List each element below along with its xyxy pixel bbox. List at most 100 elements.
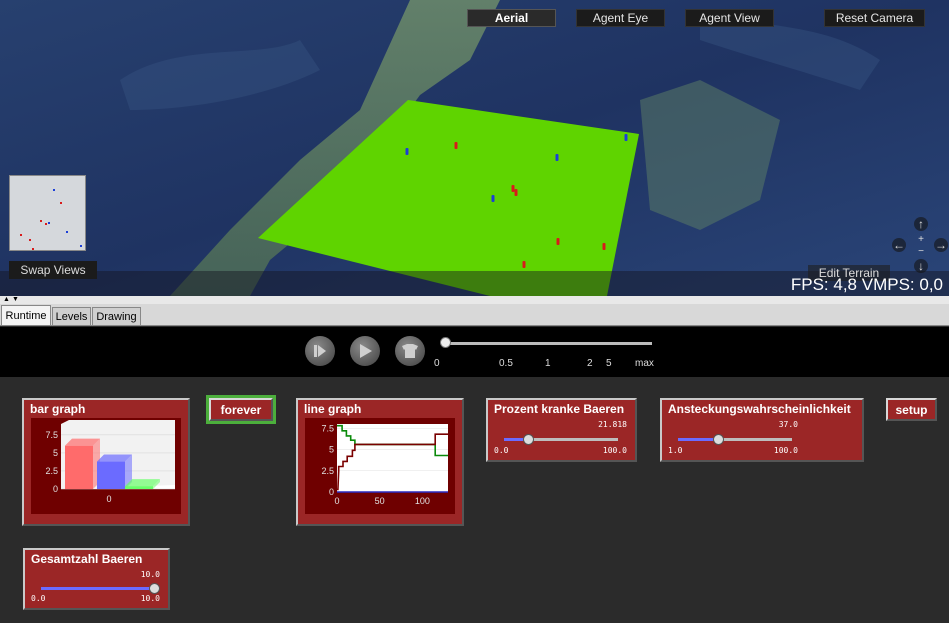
bar xyxy=(65,445,93,489)
minimap-agent-dot xyxy=(60,202,62,204)
minimap-agent-dot xyxy=(40,220,42,222)
bar-y-tick: 0 xyxy=(53,484,58,494)
bar-graph-plot: 7.5 5 2.5 0 0 xyxy=(31,418,181,514)
panel-splitter[interactable]: ▲ ▼ xyxy=(0,296,949,304)
gesamtzahl-slider-fill xyxy=(41,587,155,590)
line-plot-area xyxy=(337,424,448,492)
minimap[interactable] xyxy=(9,175,86,251)
gesamtzahl-slider-track[interactable] xyxy=(41,583,160,594)
speed-tick: 0.5 xyxy=(499,358,513,369)
runtime-workspace: bar graph 7.5 5 2.5 0 0 forever line graph 7… xyxy=(0,377,949,623)
minimap-agent-dot xyxy=(29,239,31,241)
runtime-controls: 0 0.5 1 2 5 max xyxy=(0,327,949,377)
tab-levels[interactable]: Levels xyxy=(52,307,91,325)
ansteckung-slider-max: 100.0 xyxy=(773,446,798,455)
agents-layer xyxy=(405,134,628,268)
agent-sick xyxy=(514,189,518,196)
reset-camera-button[interactable]: Reset Camera xyxy=(824,9,925,27)
agent-eye-button[interactable]: Agent Eye xyxy=(576,9,665,27)
bar-chart-svg: 7.5 5 2.5 0 0 xyxy=(45,420,175,504)
agent-sick xyxy=(511,185,515,192)
3d-viewport[interactable]: Aerial Agent Eye Agent View Reset Camera… xyxy=(0,0,949,296)
play-icon[interactable] xyxy=(350,336,380,366)
bar-y-tick: 5 xyxy=(53,448,58,458)
arrow-left-icon[interactable]: ← xyxy=(892,238,906,252)
prozent-slider-min: 0.0 xyxy=(494,446,509,455)
arrow-down-icon[interactable]: ↓ xyxy=(914,259,928,273)
prozent-slider-track[interactable] xyxy=(504,434,618,445)
aerial-view-button[interactable]: Aerial xyxy=(467,9,556,27)
speed-tick: 1 xyxy=(545,358,551,369)
gesamtzahl-slider[interactable]: Gesamtzahl Baeren 10.0 0.0 10.0 xyxy=(23,548,170,610)
gesamtzahl-slider-max: 10.0 xyxy=(140,594,160,603)
agent-sick xyxy=(522,261,526,268)
line-y-tick: 2.5 xyxy=(321,466,334,476)
bar xyxy=(97,461,125,489)
ansteckung-slider[interactable]: Ansteckungswahrscheinlichkeit 37.0 1.0 1… xyxy=(660,398,864,462)
prozent-slider-max: 100.0 xyxy=(602,446,627,455)
agent-view-button[interactable]: Agent View xyxy=(685,9,774,27)
speed-tick: max xyxy=(635,358,654,369)
gesamtzahl-slider-value: 10.0 xyxy=(140,570,160,579)
collapse-up-icon[interactable]: ▲ xyxy=(3,296,10,303)
ansteckung-slider-track[interactable] xyxy=(678,434,792,445)
gesamtzahl-slider-knob[interactable] xyxy=(149,583,160,594)
swap-views-button[interactable]: Swap Views xyxy=(9,261,97,279)
line-y-tick: 0 xyxy=(329,487,334,497)
collapse-down-icon[interactable]: ▼ xyxy=(12,296,19,303)
arrow-up-icon[interactable]: ↑ xyxy=(914,217,928,231)
agent-sick xyxy=(454,142,458,149)
bar-x-tick: 0 xyxy=(106,494,111,504)
minimap-agent-dot xyxy=(66,231,68,233)
line-graph-plot: 7.5 5 2.5 0 0 50 100 xyxy=(305,418,455,514)
prozent-slider-title: Prozent kranke Baeren xyxy=(494,402,625,416)
minimap-agent-dot xyxy=(53,189,55,191)
gesamtzahl-slider-min: 0.0 xyxy=(31,594,46,603)
line-x-tick: 0 xyxy=(334,496,339,506)
prozent-slider-value: 21.818 xyxy=(598,420,627,429)
line-y-tick: 7.5 xyxy=(321,423,334,433)
agent-healthy xyxy=(624,134,628,141)
line-x-tick: 50 xyxy=(375,496,385,506)
bar-y-tick: 2.5 xyxy=(45,466,58,476)
fps-readout: FPS: 4,8 VMPS: 0,0 xyxy=(790,275,943,294)
tab-drawing[interactable]: Drawing xyxy=(92,307,141,325)
line-x-tick: 100 xyxy=(415,496,430,506)
agent-sick xyxy=(602,243,606,250)
setup-button[interactable]: setup xyxy=(886,398,937,421)
agent-sick xyxy=(556,238,560,245)
bar xyxy=(125,486,153,489)
zoom-minus-icon[interactable]: − xyxy=(914,244,928,258)
ansteckung-slider-title: Ansteckungswahrscheinlichkeit xyxy=(668,402,851,416)
bar-graph-widget[interactable]: bar graph 7.5 5 2.5 0 0 xyxy=(22,398,190,526)
speed-slider-track[interactable] xyxy=(443,342,652,345)
prozent-kranke-slider[interactable]: Prozent kranke Baeren 21.818 0.0 100.0 xyxy=(486,398,637,462)
line-graph-title: line graph xyxy=(304,402,362,416)
bar-y-tick: 7.5 xyxy=(45,430,58,440)
line-graph-widget[interactable]: line graph 7.5 5 2.5 0 0 50 100 xyxy=(296,398,464,526)
agent-healthy xyxy=(491,195,495,202)
speed-slider-knob[interactable] xyxy=(440,337,451,348)
tab-runtime[interactable]: Runtime xyxy=(1,305,51,325)
tab-bar: Runtime Levels Drawing xyxy=(0,304,949,326)
agent-healthy xyxy=(555,154,559,161)
speed-tick: 2 xyxy=(587,358,593,369)
minimap-agent-dot xyxy=(32,248,34,250)
line-y-tick: 5 xyxy=(329,445,334,455)
minimap-agent-dot xyxy=(20,234,22,236)
ansteckung-slider-min: 1.0 xyxy=(668,446,683,455)
ansteckung-slider-knob[interactable] xyxy=(713,434,725,445)
minimap-agent-dot xyxy=(80,245,82,247)
bar-graph-title: bar graph xyxy=(30,402,86,416)
speed-tick: 5 xyxy=(606,358,612,369)
minimap-agent-dot xyxy=(48,222,50,224)
prozent-slider-knob[interactable] xyxy=(522,434,534,445)
arrow-right-icon[interactable]: → xyxy=(934,238,948,252)
ansteckung-slider-value: 37.0 xyxy=(778,420,798,429)
stop-icon[interactable] xyxy=(395,336,425,366)
forever-button[interactable]: forever xyxy=(206,395,276,424)
step-icon[interactable] xyxy=(305,336,335,366)
agent-healthy xyxy=(405,148,409,155)
gesamtzahl-slider-title: Gesamtzahl Baeren xyxy=(31,552,143,566)
line-chart-svg: 7.5 5 2.5 00 50 100 xyxy=(321,423,448,506)
